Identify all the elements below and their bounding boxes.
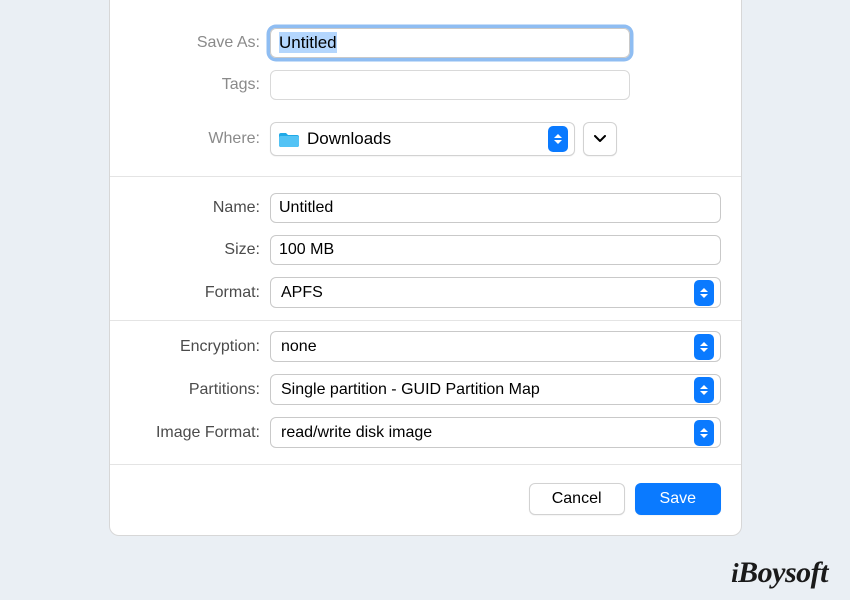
divider xyxy=(110,320,741,321)
cancel-button[interactable]: Cancel xyxy=(529,483,625,515)
encryption-label: Encryption: xyxy=(130,338,270,356)
save-as-label: Save As: xyxy=(130,34,270,52)
image-format-label: Image Format: xyxy=(130,424,270,442)
partitions-select[interactable]: Single partition - GUID Partition Map xyxy=(270,374,721,405)
button-bar: Cancel Save xyxy=(110,464,741,535)
name-input[interactable] xyxy=(270,193,721,223)
size-label: Size: xyxy=(130,241,270,259)
where-value: Downloads xyxy=(307,129,391,149)
image-format-select[interactable]: read/write disk image xyxy=(270,417,721,448)
partitions-value: Single partition - GUID Partition Map xyxy=(281,381,540,399)
disk-image-options: Name: Size: Format: APFS Encryption: non… xyxy=(110,176,741,464)
save-sheet: Save As: Untitled Tags: Where: Downloads xyxy=(109,0,742,536)
where-select[interactable]: Downloads xyxy=(270,122,575,156)
expand-button[interactable] xyxy=(583,122,617,156)
updown-icon xyxy=(548,126,568,152)
format-label: Format: xyxy=(130,284,270,302)
name-label: Name: xyxy=(130,199,270,217)
updown-icon xyxy=(694,377,714,403)
save-top-section: Save As: Untitled Tags: Where: Downloads xyxy=(110,0,741,176)
partitions-label: Partitions: xyxy=(130,381,270,399)
size-input[interactable] xyxy=(270,235,721,265)
tags-label: Tags: xyxy=(130,76,270,94)
updown-icon xyxy=(694,334,714,360)
format-select[interactable]: APFS xyxy=(270,277,721,308)
image-format-value: read/write disk image xyxy=(281,424,432,442)
where-label: Where: xyxy=(130,130,270,148)
format-value: APFS xyxy=(281,284,323,302)
updown-icon xyxy=(694,280,714,306)
save-as-input[interactable]: Untitled xyxy=(270,28,630,58)
updown-icon xyxy=(694,420,714,446)
folder-icon xyxy=(279,131,299,147)
watermark-logo: iBoysoft xyxy=(731,556,828,590)
chevron-down-icon xyxy=(594,135,606,143)
encryption-value: none xyxy=(281,338,317,356)
encryption-select[interactable]: none xyxy=(270,331,721,362)
save-button[interactable]: Save xyxy=(635,483,721,515)
tags-input[interactable] xyxy=(270,70,630,100)
save-as-value: Untitled xyxy=(279,32,337,53)
